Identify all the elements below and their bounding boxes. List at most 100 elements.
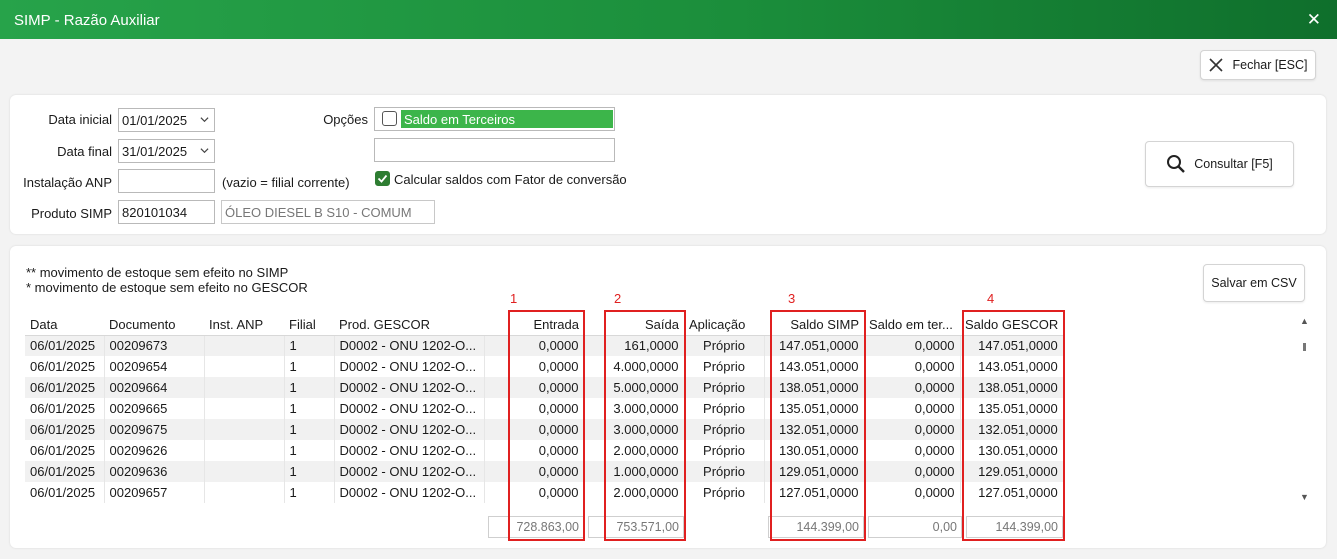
table-cell: 132.051,0000 bbox=[960, 419, 1064, 440]
table-cell: D0002 - ONU 1202-O... bbox=[334, 440, 485, 461]
table-cell: 135.051,0000 bbox=[764, 398, 865, 419]
note-gescor: * movimento de estoque sem efeito no GES… bbox=[26, 280, 308, 295]
table-cell: 4.000,0000 bbox=[584, 356, 685, 377]
table-cell bbox=[204, 482, 285, 503]
col-header[interactable]: Prod. GESCOR bbox=[334, 315, 484, 336]
table-cell: 1 bbox=[284, 419, 335, 440]
table-cell: Próprio bbox=[684, 440, 765, 461]
opcoes-label: Opções bbox=[323, 112, 368, 127]
produto-desc-field: ÓLEO DIESEL B S10 - COMUM bbox=[221, 200, 435, 224]
col-header[interactable]: Inst. ANP bbox=[204, 315, 284, 336]
table-cell: 1.000,0000 bbox=[584, 461, 685, 482]
title-bar: SIMP - Razão Auxiliar ✕ bbox=[0, 0, 1337, 39]
saldo-terceiros-item[interactable]: Saldo em Terceiros bbox=[401, 110, 613, 128]
table-cell bbox=[204, 377, 285, 398]
save-csv-button[interactable]: Salvar em CSV bbox=[1203, 264, 1305, 302]
table-row[interactable]: 06/01/2025 00209675 1 D0002 - ONU 1202-O...… bbox=[25, 419, 1064, 440]
table-row[interactable]: 06/01/2025 00209636 1 D0002 - ONU 1202-O...… bbox=[25, 461, 1064, 482]
table-cell: Próprio bbox=[684, 377, 765, 398]
table-row[interactable]: 06/01/2025 00209673 1 D0002 - ONU 1202-O...… bbox=[25, 335, 1064, 356]
table-cell: 06/01/2025 bbox=[25, 419, 105, 440]
table-cell: Próprio bbox=[684, 461, 765, 482]
table-cell: 2.000,0000 bbox=[584, 482, 685, 503]
scrollbar-thumb[interactable] bbox=[1303, 343, 1306, 351]
close-button[interactable]: Fechar [ESC] bbox=[1200, 50, 1316, 80]
data-final-value: 31/01/2025 bbox=[122, 144, 188, 159]
table-cell: 0,0000 bbox=[864, 482, 961, 503]
table-cell: 0,0000 bbox=[864, 440, 961, 461]
calc-fator-checkbox[interactable] bbox=[375, 171, 390, 186]
data-inicial-select[interactable]: 01/01/2025 bbox=[118, 108, 215, 132]
table-cell: 0,0000 bbox=[484, 482, 585, 503]
table-row[interactable]: 06/01/2025 00209654 1 D0002 - ONU 1202-O...… bbox=[25, 356, 1064, 377]
col-header[interactable]: Data bbox=[25, 315, 104, 336]
annotation-number: 1 bbox=[510, 291, 518, 306]
table-cell: 1 bbox=[284, 440, 335, 461]
table-cell: 0,0000 bbox=[484, 335, 585, 356]
table-cell: 3.000,0000 bbox=[584, 419, 685, 440]
table-cell: 06/01/2025 bbox=[25, 335, 105, 356]
table-cell: 1 bbox=[284, 398, 335, 419]
table-cell: 06/01/2025 bbox=[25, 377, 105, 398]
table-cell: Próprio bbox=[684, 398, 765, 419]
scroll-up-icon[interactable]: ▲ bbox=[1300, 316, 1309, 326]
table-cell: 3.000,0000 bbox=[584, 398, 685, 419]
col-header[interactable]: Saldo em ter... bbox=[864, 315, 960, 336]
table-cell: 06/01/2025 bbox=[25, 461, 105, 482]
table-cell bbox=[204, 419, 285, 440]
table-cell bbox=[204, 398, 285, 419]
annotation-number: 2 bbox=[614, 291, 622, 306]
consultar-button[interactable]: Consultar [F5] bbox=[1145, 141, 1294, 187]
table-row[interactable]: 06/01/2025 00209665 1 D0002 - ONU 1202-O...… bbox=[25, 398, 1064, 419]
table-cell: 0,0000 bbox=[864, 461, 961, 482]
consultar-label: Consultar [F5] bbox=[1194, 157, 1273, 171]
check-icon bbox=[377, 174, 388, 183]
table-cell: 1 bbox=[284, 356, 335, 377]
results-table: Data Documento Inst. ANP Filial Prod. GE… bbox=[25, 315, 1064, 503]
table-cell: 00209665 bbox=[104, 398, 205, 419]
chevron-down-icon bbox=[200, 117, 209, 123]
col-header[interactable]: Saída bbox=[584, 315, 684, 336]
col-header[interactable]: Documento bbox=[104, 315, 204, 336]
table-row[interactable]: 06/01/2025 00209657 1 D0002 - ONU 1202-O...… bbox=[25, 482, 1064, 503]
col-header[interactable]: Filial bbox=[284, 315, 334, 336]
table-cell: 138.051,0000 bbox=[764, 377, 865, 398]
table-cell: 00209664 bbox=[104, 377, 205, 398]
produto-label: Produto SIMP bbox=[31, 206, 112, 221]
table-cell: 0,0000 bbox=[484, 419, 585, 440]
table-cell: 06/01/2025 bbox=[25, 440, 105, 461]
opcoes-list[interactable]: Saldo em Terceiros bbox=[374, 107, 615, 131]
table-cell: 147.051,0000 bbox=[960, 335, 1064, 356]
table-row[interactable]: 06/01/2025 00209664 1 D0002 - ONU 1202-O...… bbox=[25, 377, 1064, 398]
table-cell: 0,0000 bbox=[864, 419, 961, 440]
table-cell: 0,0000 bbox=[864, 335, 961, 356]
window-title: SIMP - Razão Auxiliar bbox=[14, 12, 160, 29]
table-cell: 0,0000 bbox=[864, 377, 961, 398]
col-header[interactable]: Saldo GESCOR bbox=[960, 315, 1064, 336]
note-simp: ** movimento de estoque sem efeito no SI… bbox=[26, 265, 289, 280]
produto-code-input[interactable]: 820101034 bbox=[118, 200, 215, 224]
table-cell: 0,0000 bbox=[864, 356, 961, 377]
scroll-down-icon[interactable]: ▼ bbox=[1300, 492, 1309, 502]
table-cell: Próprio bbox=[684, 356, 765, 377]
col-header[interactable]: Aplicação bbox=[684, 315, 764, 336]
table-cell: D0002 - ONU 1202-O... bbox=[334, 335, 485, 356]
col-header[interactable]: Saldo SIMP bbox=[764, 315, 864, 336]
instalacao-input[interactable] bbox=[118, 169, 215, 193]
col-header[interactable]: Entrada bbox=[484, 315, 584, 336]
table-cell: 132.051,0000 bbox=[764, 419, 865, 440]
saldo-terceiros-checkbox[interactable] bbox=[382, 111, 397, 126]
table-cell: 00209636 bbox=[104, 461, 205, 482]
close-icon[interactable]: ✕ bbox=[1307, 10, 1321, 30]
opcoes-empty-field[interactable] bbox=[374, 138, 615, 162]
data-final-select[interactable]: 31/01/2025 bbox=[118, 139, 215, 163]
saldo-terceiros-label: Saldo em Terceiros bbox=[404, 112, 516, 127]
total-saldo-simp: 144.399,00 bbox=[768, 516, 864, 538]
table-cell: 143.051,0000 bbox=[960, 356, 1064, 377]
table-cell bbox=[204, 356, 285, 377]
table-cell: 00209673 bbox=[104, 335, 205, 356]
table-row[interactable]: 06/01/2025 00209626 1 D0002 - ONU 1202-O...… bbox=[25, 440, 1064, 461]
table-cell: 0,0000 bbox=[484, 356, 585, 377]
table-cell: 161,0000 bbox=[584, 335, 685, 356]
data-inicial-label: Data inicial bbox=[48, 112, 112, 127]
